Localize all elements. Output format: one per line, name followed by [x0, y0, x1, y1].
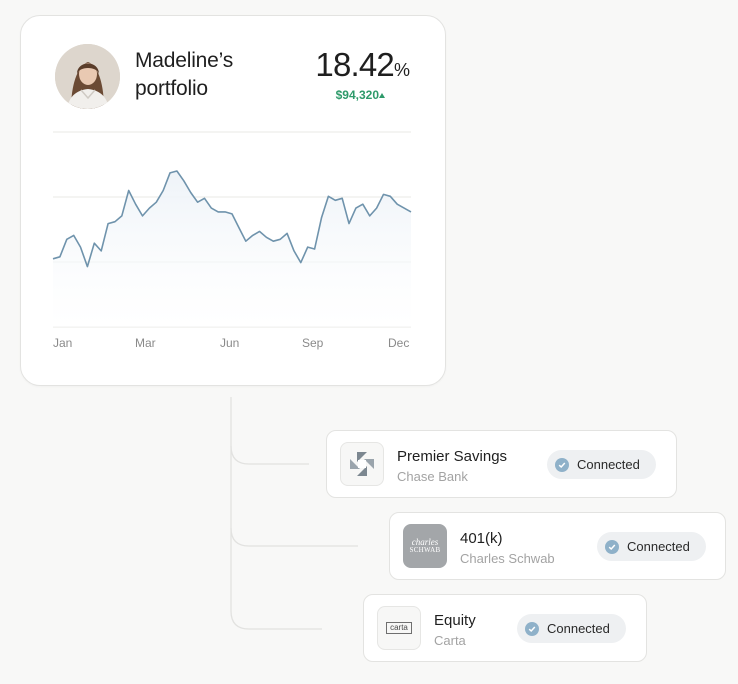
- status-label: Connected: [547, 621, 610, 636]
- page: Madeline’s portfolio 18.42% $94,320 Jan …: [0, 0, 738, 684]
- x-tick-mar: Mar: [135, 336, 156, 350]
- account-row-equity[interactable]: carta Equity Carta Connected: [363, 594, 647, 662]
- chase-octagon-logo-icon: [340, 442, 384, 486]
- status-label: Connected: [627, 539, 690, 554]
- x-tick-jan: Jan: [53, 336, 73, 350]
- x-tick-jun: Jun: [220, 336, 240, 350]
- schwab-logo-text-1: charles: [411, 537, 439, 547]
- account-name: 401(k): [460, 530, 503, 547]
- status-label: Connected: [577, 457, 640, 472]
- portfolio-card[interactable]: Madeline’s portfolio 18.42% $94,320 Jan …: [20, 15, 446, 386]
- charles-schwab-logo-icon: charles SCHWAB: [403, 524, 447, 568]
- connected-status-badge[interactable]: Connected: [517, 614, 626, 643]
- connected-status-badge[interactable]: Connected: [547, 450, 656, 479]
- account-institution: Carta: [434, 633, 466, 648]
- account-row-401k[interactable]: charles SCHWAB 401(k) Charles Schwab Con…: [389, 512, 726, 580]
- account-institution: Charles Schwab: [460, 551, 555, 566]
- x-tick-sep: Sep: [302, 336, 324, 350]
- x-tick-dec: Dec: [388, 336, 410, 350]
- connected-status-badge[interactable]: Connected: [597, 532, 706, 561]
- check-circle-icon: [555, 457, 569, 472]
- check-circle-icon: [605, 539, 619, 554]
- carta-logo-text: carta: [386, 622, 412, 634]
- account-name: Premier Savings: [397, 448, 508, 465]
- account-institution: Chase Bank: [397, 469, 468, 484]
- chart-area-fill: [53, 171, 411, 327]
- account-name: Equity: [434, 612, 476, 629]
- schwab-logo-text-2: SCHWAB: [409, 546, 441, 554]
- carta-logo-icon: carta: [377, 606, 421, 650]
- check-circle-icon: [525, 621, 539, 636]
- account-row-premier-savings[interactable]: Premier Savings Chase Bank Connected: [326, 430, 677, 498]
- portfolio-chart[interactable]: [21, 16, 447, 387]
